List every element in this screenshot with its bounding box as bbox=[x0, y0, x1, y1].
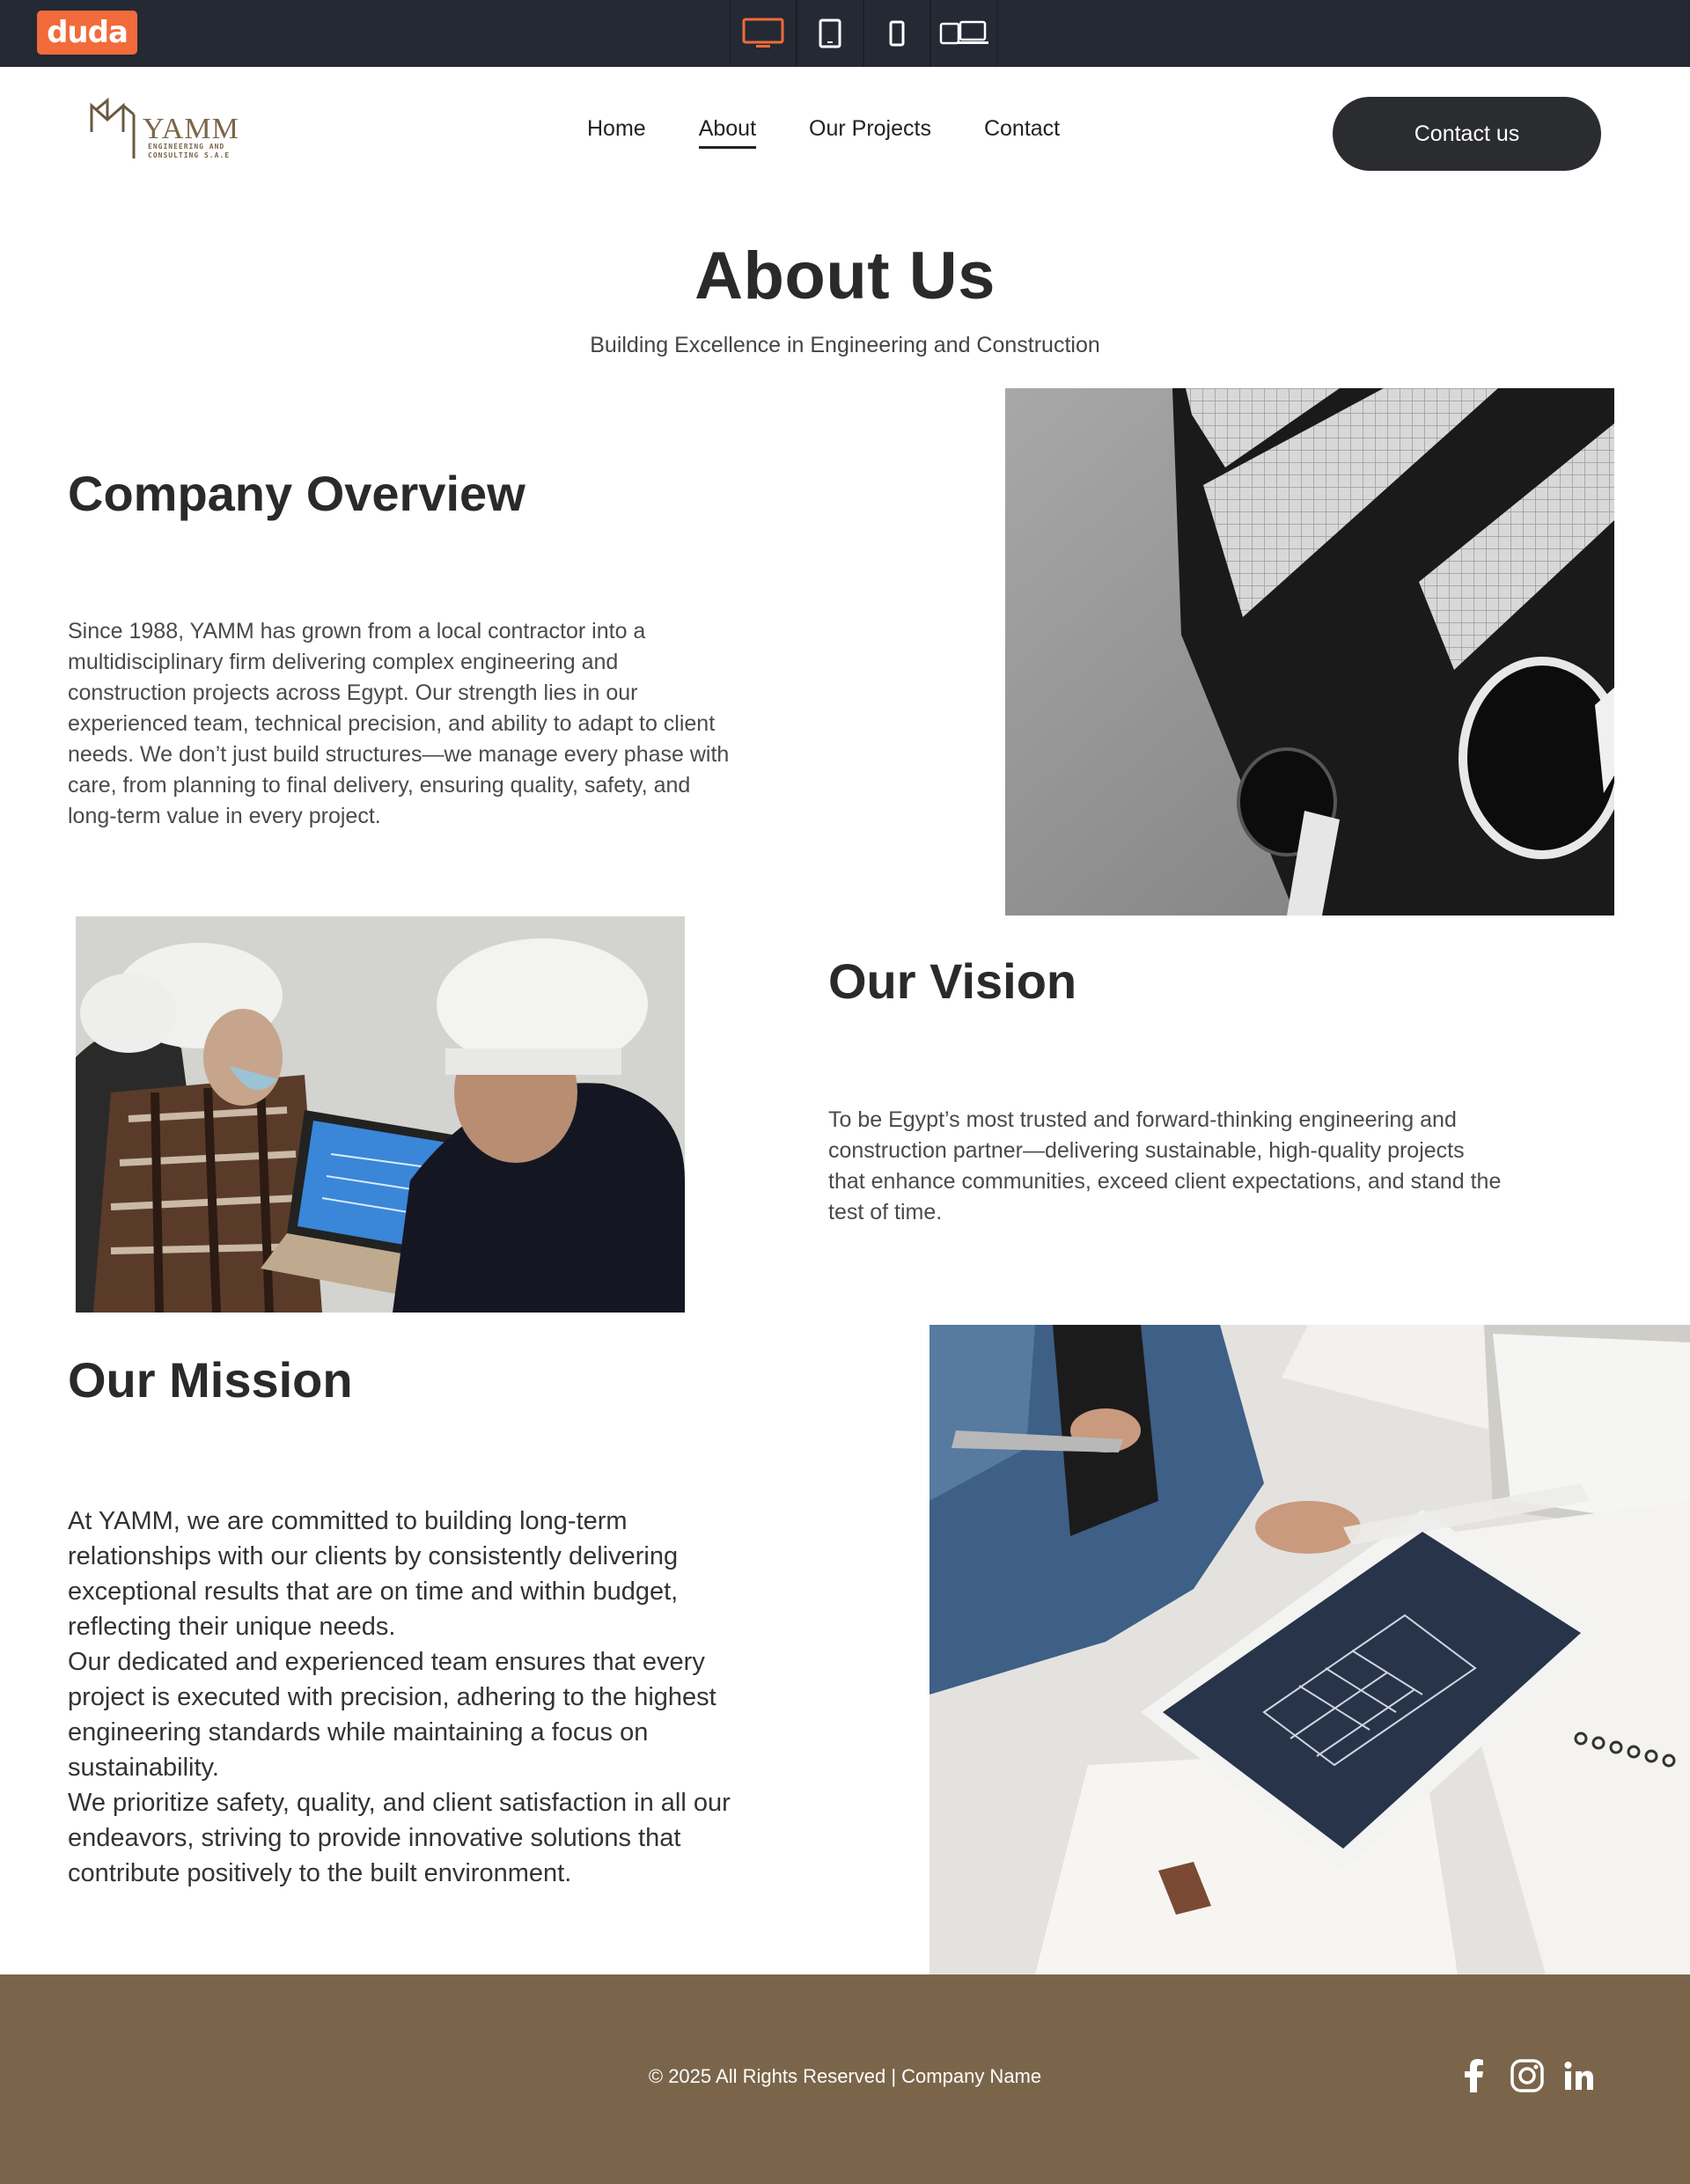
mission-line: Our dedicated and experienced team ensur… bbox=[68, 1648, 705, 1676]
desktop-view-button[interactable] bbox=[730, 0, 797, 67]
multi-device-icon bbox=[939, 20, 988, 45]
vision-line: test of time. bbox=[828, 1200, 943, 1224]
overview-line: needs. We don’t just build structures—we… bbox=[68, 742, 730, 767]
site-footer: © 2025 All Rights Reserved | Company Nam… bbox=[0, 1974, 1690, 2184]
mission-text: At YAMM, we are committed to building lo… bbox=[68, 1504, 878, 1891]
responsive-view-button[interactable] bbox=[930, 0, 997, 67]
overview-text: Since 1988, YAMM has grown from a local … bbox=[68, 616, 807, 832]
vision-line: construction partner—delivering sustaina… bbox=[828, 1138, 1465, 1163]
vision-text: To be Egypt’s most trusted and forward-t… bbox=[828, 1105, 1620, 1228]
vision-line: that enhance communities, exceed client … bbox=[828, 1169, 1502, 1194]
mission-line: reflecting their unique needs. bbox=[68, 1613, 396, 1641]
building-photo bbox=[1005, 388, 1614, 916]
duda-logo[interactable]: duda bbox=[37, 11, 137, 55]
brand-tagline-1: ENGINEERING AND bbox=[148, 143, 225, 151]
brand-logo[interactable]: YAMM ENGINEERING AND CONSULTING S.A.E bbox=[88, 97, 246, 160]
desktop-icon bbox=[742, 18, 784, 48]
page-subtitle: Building Excellence in Engineering and C… bbox=[590, 333, 1100, 357]
copyright-text: © 2025 All Rights Reserved | Company Nam… bbox=[648, 2065, 1042, 2087]
mission-line: relationships with our clients by consis… bbox=[68, 1542, 679, 1570]
vision-heading: Our Vision bbox=[828, 953, 1077, 1009]
mobile-icon bbox=[889, 20, 905, 47]
overview-line: Since 1988, YAMM has grown from a local … bbox=[68, 619, 646, 643]
facebook-icon[interactable] bbox=[1456, 2058, 1491, 2093]
nav-home[interactable]: Home bbox=[587, 116, 646, 149]
site-header: YAMM ENGINEERING AND CONSULTING S.A.E Ho… bbox=[0, 67, 1690, 199]
page-title: About Us bbox=[694, 239, 996, 313]
overview-line: multidisciplinary firm delivering comple… bbox=[68, 650, 619, 674]
tablet-icon bbox=[819, 18, 841, 48]
mission-line: exceptional results that are on time and… bbox=[68, 1577, 679, 1606]
mission-line: sustainability. bbox=[68, 1754, 219, 1782]
blueprint-photo bbox=[930, 1325, 1690, 1974]
mobile-view-button[interactable] bbox=[863, 0, 930, 67]
mission-line: At YAMM, we are committed to building lo… bbox=[68, 1507, 628, 1535]
nav-about[interactable]: About bbox=[698, 116, 757, 149]
mission-heading: Our Mission bbox=[68, 1352, 353, 1408]
overview-line: construction projects across Egypt. Our … bbox=[68, 680, 638, 705]
main-nav: Home About Our Projects Contact bbox=[587, 116, 1113, 149]
tablet-view-button[interactable] bbox=[797, 0, 863, 67]
nav-contact[interactable]: Contact bbox=[984, 116, 1060, 149]
yamm-logo-mark bbox=[90, 97, 136, 158]
editor-toolbar: duda bbox=[0, 0, 1690, 67]
overview-line: care, from planning to final delivery, e… bbox=[68, 773, 691, 798]
mission-line: endeavors, striving to provide innovativ… bbox=[68, 1824, 681, 1852]
nav-our-projects[interactable]: Our Projects bbox=[809, 116, 931, 149]
brand-tagline-2: CONSULTING S.A.E bbox=[148, 151, 231, 159]
vision-line: To be Egypt’s most trusted and forward-t… bbox=[828, 1107, 1457, 1132]
mission-line: engineering standards while maintaining … bbox=[68, 1718, 649, 1746]
instagram-icon[interactable] bbox=[1510, 2058, 1545, 2093]
overview-heading: Company Overview bbox=[68, 466, 525, 521]
mission-line: contribute positively to the built envir… bbox=[68, 1859, 572, 1887]
engineers-laptop-photo bbox=[76, 916, 685, 1313]
overview-line: experienced team, technical precision, a… bbox=[68, 711, 716, 736]
device-switcher bbox=[730, 0, 997, 67]
brand-name: YAMM bbox=[143, 113, 239, 145]
mission-line: project is executed with precision, adhe… bbox=[68, 1683, 716, 1711]
contact-us-button[interactable]: Contact us bbox=[1333, 97, 1601, 171]
overview-line: long-term value in every project. bbox=[68, 804, 381, 828]
linkedin-icon[interactable] bbox=[1561, 2058, 1597, 2093]
mission-line: We prioritize safety, quality, and clien… bbox=[68, 1789, 731, 1817]
